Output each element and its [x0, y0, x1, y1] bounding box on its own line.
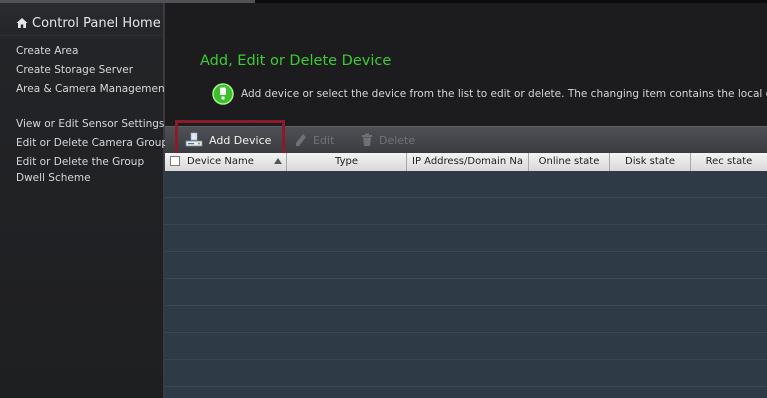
sidebar-item-create-storage-server[interactable]: Create Storage Server [16, 63, 133, 77]
column-device-name[interactable]: Device Name [165, 153, 287, 171]
device-table-body[interactable] [165, 171, 767, 398]
table-row [165, 359, 767, 360]
sidebar-item-dwell-scheme[interactable]: Dwell Scheme [16, 171, 91, 185]
sidebar-divider [0, 35, 163, 36]
info-icon [212, 83, 234, 105]
page-title: Add, Edit or Delete Device [200, 53, 392, 69]
device-table-header: Device Name Type IP Address/Domain Na On… [165, 153, 767, 171]
column-online-state[interactable]: Online state [529, 153, 610, 171]
table-row [165, 251, 767, 252]
sidebar: Control Panel Home Create Area Create St… [0, 3, 169, 398]
select-all-checkbox[interactable] [170, 156, 180, 166]
main-panel: Add, Edit or Delete Device Add device or… [165, 3, 767, 398]
delete-label: Delete [379, 133, 416, 147]
sidebar-item-create-area[interactable]: Create Area [16, 44, 78, 58]
column-rec-state[interactable]: Rec state [691, 153, 767, 171]
column-disk-state[interactable]: Disk state [610, 153, 691, 171]
trash-icon [362, 133, 372, 146]
instruction-text: Add device or select the device from the… [241, 88, 767, 100]
table-row [165, 332, 767, 333]
home-label: Control Panel Home [32, 15, 161, 31]
table-row [165, 305, 767, 306]
control-panel-home-link[interactable]: Control Panel Home [16, 13, 161, 33]
home-icon [16, 18, 28, 28]
sidebar-item-sensor-settings[interactable]: View or Edit Sensor Settings [16, 117, 164, 131]
add-device-highlight [175, 120, 285, 156]
delete-button[interactable]: Delete [361, 127, 415, 153]
table-row [165, 386, 767, 387]
column-ip-address[interactable]: IP Address/Domain Na [407, 153, 529, 171]
pencil-icon [296, 134, 306, 146]
edit-label: Edit [313, 133, 335, 147]
sidebar-item-group-dwell[interactable]: Edit or Delete the Group [16, 155, 144, 169]
column-type[interactable]: Type [287, 153, 407, 171]
sort-ascending-icon [274, 158, 282, 164]
table-row [165, 197, 767, 198]
table-row [165, 278, 767, 279]
sidebar-item-area-camera-management[interactable]: Area & Camera Management [16, 82, 169, 96]
table-row [165, 224, 767, 225]
edit-button[interactable]: Edit [295, 127, 334, 153]
sidebar-item-camera-group[interactable]: Edit or Delete Camera Group [16, 136, 168, 150]
